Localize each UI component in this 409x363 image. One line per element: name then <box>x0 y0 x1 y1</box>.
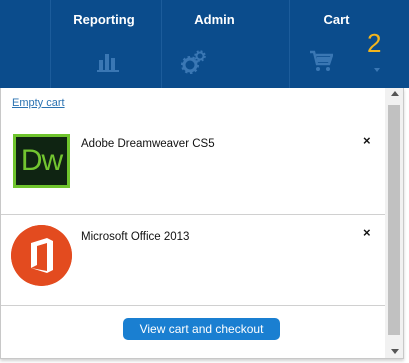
cart-item: Dw Adobe Dreamweaver CS5 × <box>1 122 385 212</box>
chevron-down-icon[interactable] <box>374 68 380 72</box>
cart-item: Microsoft Office 2013 × <box>1 215 385 305</box>
empty-cart-link[interactable]: Empty cart <box>12 97 65 109</box>
divider <box>1 305 385 306</box>
scroll-down-arrow-icon[interactable] <box>391 349 399 354</box>
scrollbar[interactable] <box>385 88 403 358</box>
gears-icon <box>181 50 206 74</box>
remove-item-button[interactable]: × <box>363 133 371 148</box>
scrollbar-thumb[interactable] <box>388 105 400 335</box>
top-navbar: Reporting Admin Cart 2 <box>0 0 409 88</box>
dreamweaver-logo: Dw <box>13 134 70 188</box>
cart-item-name: Adobe Dreamweaver CS5 <box>81 138 215 150</box>
scroll-up-arrow-icon[interactable] <box>391 91 399 96</box>
cart-item-name: Microsoft Office 2013 <box>81 231 190 243</box>
remove-item-button[interactable]: × <box>363 225 371 240</box>
nav-item-cart[interactable]: Cart <box>290 0 409 88</box>
cart-count-badge: 2 <box>367 28 382 58</box>
office-logo <box>11 225 72 286</box>
bar-chart-icon <box>97 54 119 72</box>
cart-dropdown: Empty cart Dw Adobe Dreamweaver CS5 × Mi… <box>0 88 404 359</box>
checkout-button[interactable]: View cart and checkout <box>123 318 280 340</box>
shopping-cart-icon <box>310 50 333 71</box>
nav-label-cart: Cart <box>323 12 350 27</box>
